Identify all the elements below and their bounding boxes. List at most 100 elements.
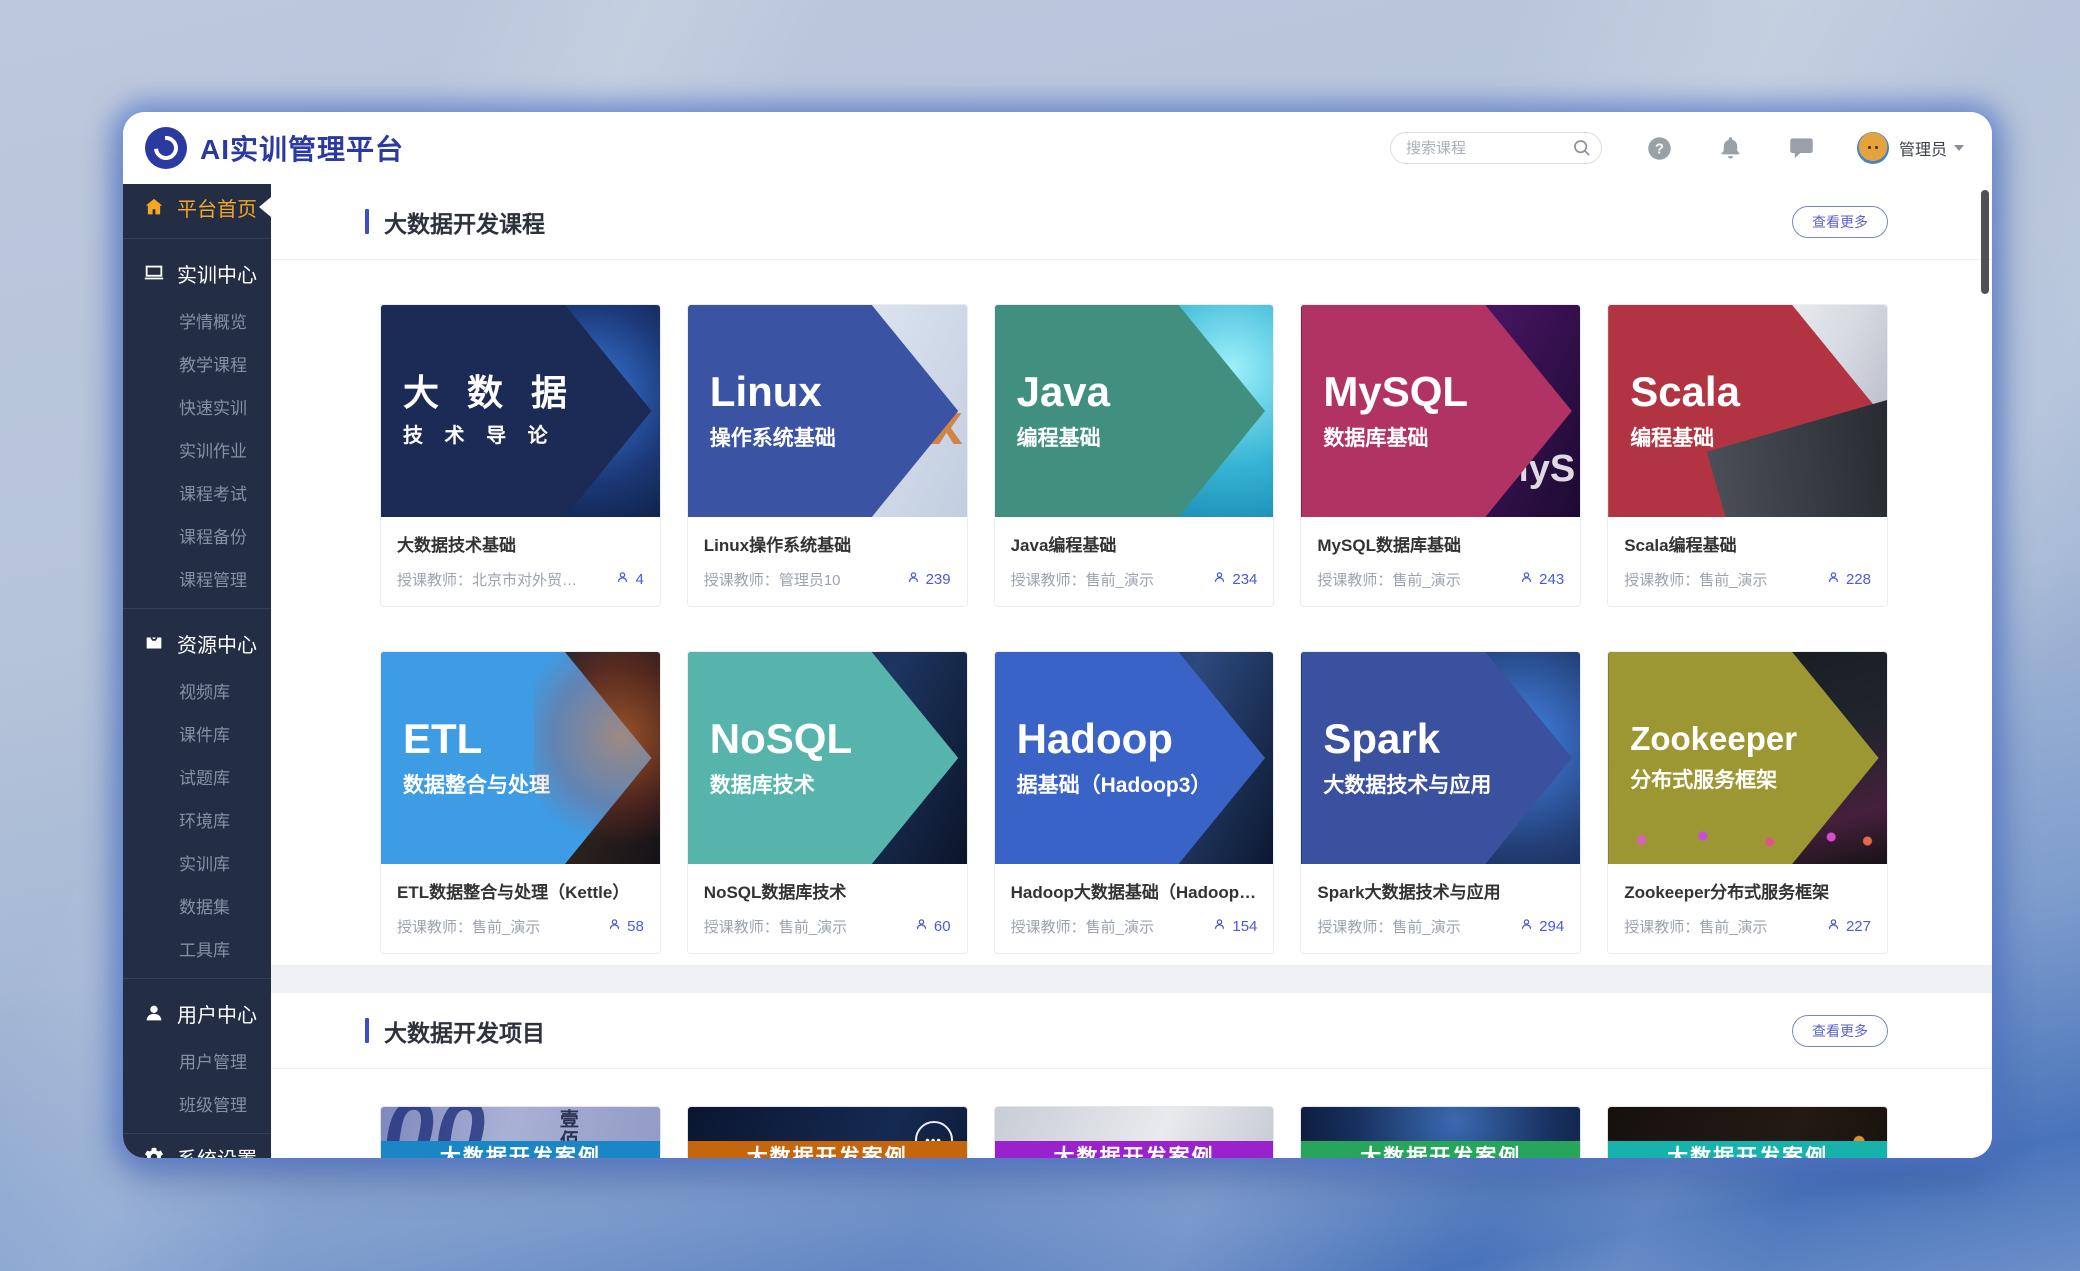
- teacher-label: 授课教师：: [704, 919, 779, 936]
- sidebar-subitem-resource-center-3[interactable]: 环境库: [123, 798, 271, 841]
- course-card[interactable]: Hadoop据基础（Hadoop3）Hadoop大数据基础（Hadoop3）授课…: [994, 651, 1275, 954]
- course-meta: 授课教师：售前_演示58: [397, 916, 644, 937]
- course-title: Hadoop大数据基础（Hadoop3）: [1011, 878, 1258, 903]
- teacher-name: 售前_演示: [1086, 919, 1154, 936]
- user-name: 管理员: [1899, 136, 1947, 160]
- course-card-image: Zookeeper分布式服务框架: [1608, 652, 1887, 864]
- project-card[interactable]: 00壹佰大数据开发案例: [380, 1106, 661, 1158]
- sidebar-item-training-center[interactable]: 实训中心: [123, 247, 271, 299]
- student-count: 294: [1519, 917, 1564, 936]
- sidebar-item-user-center[interactable]: 用户中心: [123, 987, 271, 1039]
- course-title: Zookeeper分布式服务框架: [1624, 878, 1871, 903]
- course-card-body: 大数据技术基础授课教师：北京市对外贸易学校教...4: [381, 517, 660, 606]
- teacher-label: 授课教师：: [1317, 572, 1392, 589]
- course-image-title: Linux: [710, 370, 967, 414]
- course-card[interactable]: Spark大数据技术与应用Spark大数据技术与应用授课教师：售前_演示294: [1300, 651, 1581, 954]
- course-teacher: 授课教师：售前_演示: [1011, 569, 1154, 590]
- sidebar-subitem-training-center-1[interactable]: 教学课程: [123, 342, 271, 385]
- project-banner: 大数据开发案例: [1608, 1141, 1887, 1158]
- sidebar-subitem-user-center-0[interactable]: 用户管理: [123, 1039, 271, 1082]
- project-card-image: 大数据开发案例: [1608, 1107, 1887, 1158]
- course-card-body: MySQL数据库基础授课教师：售前_演示243: [1301, 517, 1580, 606]
- student-count-value: 60: [934, 918, 951, 935]
- project-card[interactable]: 大数据开发案例: [1300, 1106, 1581, 1158]
- course-teacher: 授课教师：售前_演示: [1317, 916, 1460, 937]
- sidebar-item-label: 用户中心: [177, 999, 257, 1028]
- sidebar-subitem-training-center-4[interactable]: 课程考试: [123, 471, 271, 514]
- course-meta: 授课教师：北京市对外贸易学校教...4: [397, 569, 644, 590]
- student-count: 234: [1212, 570, 1257, 589]
- course-title: ETL数据整合与处理（Kettle）: [397, 878, 644, 903]
- course-image-chevron: Zookeeper分布式服务框架: [1608, 652, 1887, 864]
- sidebar-subitem-resource-center-2[interactable]: 试题库: [123, 755, 271, 798]
- course-image-subtitle: 数据整合与处理: [403, 769, 660, 799]
- course-card[interactable]: 大 数 据技 术 导 论大数据技术基础授课教师：北京市对外贸易学校教...4: [380, 304, 661, 607]
- course-image-chevron: Spark大数据技术与应用: [1301, 652, 1580, 864]
- caret-down-icon: [1954, 145, 1964, 151]
- sidebar-divider: [123, 978, 271, 979]
- course-image-subtitle: 分布式服务框架: [1630, 764, 1887, 794]
- person-icon: [1212, 570, 1227, 589]
- course-card-body: Hadoop大数据基础（Hadoop3）授课教师：售前_演示154: [995, 864, 1274, 953]
- course-card[interactable]: NoSQL数据库技术NoSQL数据库技术授课教师：售前_演示60: [687, 651, 968, 954]
- course-card[interactable]: Scala编程基础Scala编程基础授课教师：售前_演示228: [1607, 304, 1888, 607]
- project-card[interactable]: 大数据开发案例: [994, 1106, 1275, 1158]
- course-card-image: inuxLinux操作系统基础: [688, 305, 967, 517]
- teacher-label: 授课教师：: [397, 919, 472, 936]
- project-card[interactable]: •••大数据开发案例: [687, 1106, 968, 1158]
- sidebar-subitem-resource-center-0[interactable]: 视频库: [123, 669, 271, 712]
- app-window: AI实训管理平台 ? 管理员 平: [123, 112, 1992, 1158]
- sidebar-subitem-training-center-6[interactable]: 课程管理: [123, 557, 271, 600]
- course-teacher: 授课教师：售前_演示: [397, 916, 540, 937]
- course-title: Scala编程基础: [1624, 531, 1871, 556]
- course-card[interactable]: Zookeeper分布式服务框架Zookeeper分布式服务框架授课教师：售前_…: [1607, 651, 1888, 954]
- student-count: 60: [914, 917, 951, 936]
- sidebar-item-resource-center[interactable]: 资源中心: [123, 617, 271, 669]
- project-banner: 大数据开发案例: [688, 1141, 967, 1158]
- sidebar-divider: [123, 608, 271, 609]
- sidebar-subitem-training-center-0[interactable]: 学情概览: [123, 299, 271, 342]
- sidebar-item-platform-home[interactable]: 平台首页: [123, 184, 271, 230]
- sidebar-subitem-user-center-1[interactable]: 班级管理: [123, 1082, 271, 1125]
- view-more-button[interactable]: 查看更多: [1792, 1015, 1888, 1047]
- search-icon[interactable]: [1571, 137, 1592, 158]
- sidebar-divider: [123, 238, 271, 239]
- sidebar-subitem-resource-center-4[interactable]: 实训库: [123, 841, 271, 884]
- teacher-label: 授课教师：: [397, 572, 472, 589]
- desktop-background: AI实训管理平台 ? 管理员 平: [0, 0, 2080, 1271]
- student-count: 239: [906, 570, 951, 589]
- course-card[interactable]: ETL 数据整合与处理 ETL数据整合与处理（Kettle） 授课教师：售前_演示58: [380, 651, 661, 954]
- course-section: 大数据开发课程 查看更多 大 数 据技 术 导 论大数据技术基础授课教师：北京市…: [271, 184, 1992, 965]
- sidebar-subitem-training-center-5[interactable]: 课程备份: [123, 514, 271, 557]
- bell-icon[interactable]: [1717, 135, 1744, 162]
- course-teacher: 授课教师：售前_演示: [1317, 569, 1460, 590]
- search-input[interactable]: [1391, 133, 1601, 163]
- student-count: 154: [1212, 917, 1257, 936]
- course-image-title: ETL: [403, 717, 660, 761]
- avatar: [1857, 132, 1889, 164]
- user-menu[interactable]: 管理员: [1857, 132, 1964, 164]
- person-icon: [906, 570, 921, 589]
- sidebar-subitem-resource-center-5[interactable]: 数据集: [123, 884, 271, 927]
- project-section-header: 大数据开发项目 查看更多: [271, 993, 1992, 1068]
- course-image-subtitle: 据基础（Hadoop3）: [1017, 769, 1274, 799]
- sidebar-item-system-settings[interactable]: 系统设置: [123, 1134, 271, 1158]
- sidebar-subitem-training-center-2[interactable]: 快速实训: [123, 385, 271, 428]
- scrollbar-thumb[interactable]: [1981, 190, 1989, 294]
- course-card-image: 大 数 据技 术 导 论: [381, 305, 660, 517]
- project-card[interactable]: 大数据开发案例: [1607, 1106, 1888, 1158]
- chat-icon[interactable]: [1788, 135, 1815, 162]
- section-title: 大数据开发项目: [384, 1014, 1792, 1048]
- view-more-button[interactable]: 查看更多: [1792, 206, 1888, 238]
- course-card[interactable]: inuxLinux操作系统基础Linux操作系统基础授课教师：管理员10239: [687, 304, 968, 607]
- course-card[interactable]: MySMySQL数据库基础MySQL数据库基础授课教师：售前_演示243: [1300, 304, 1581, 607]
- sidebar-subitem-training-center-3[interactable]: 实训作业: [123, 428, 271, 471]
- search-box: [1390, 132, 1602, 164]
- sidebar-subitem-resource-center-6[interactable]: 工具库: [123, 927, 271, 970]
- project-banner: 大数据开发案例: [381, 1141, 660, 1158]
- sidebar-subitem-resource-center-1[interactable]: 课件库: [123, 712, 271, 755]
- course-image-subtitle: 操作系统基础: [710, 422, 967, 452]
- course-card[interactable]: Java编程基础Java编程基础授课教师：售前_演示234: [994, 304, 1275, 607]
- course-card-image: Spark大数据技术与应用: [1301, 652, 1580, 864]
- help-icon[interactable]: ?: [1646, 135, 1673, 162]
